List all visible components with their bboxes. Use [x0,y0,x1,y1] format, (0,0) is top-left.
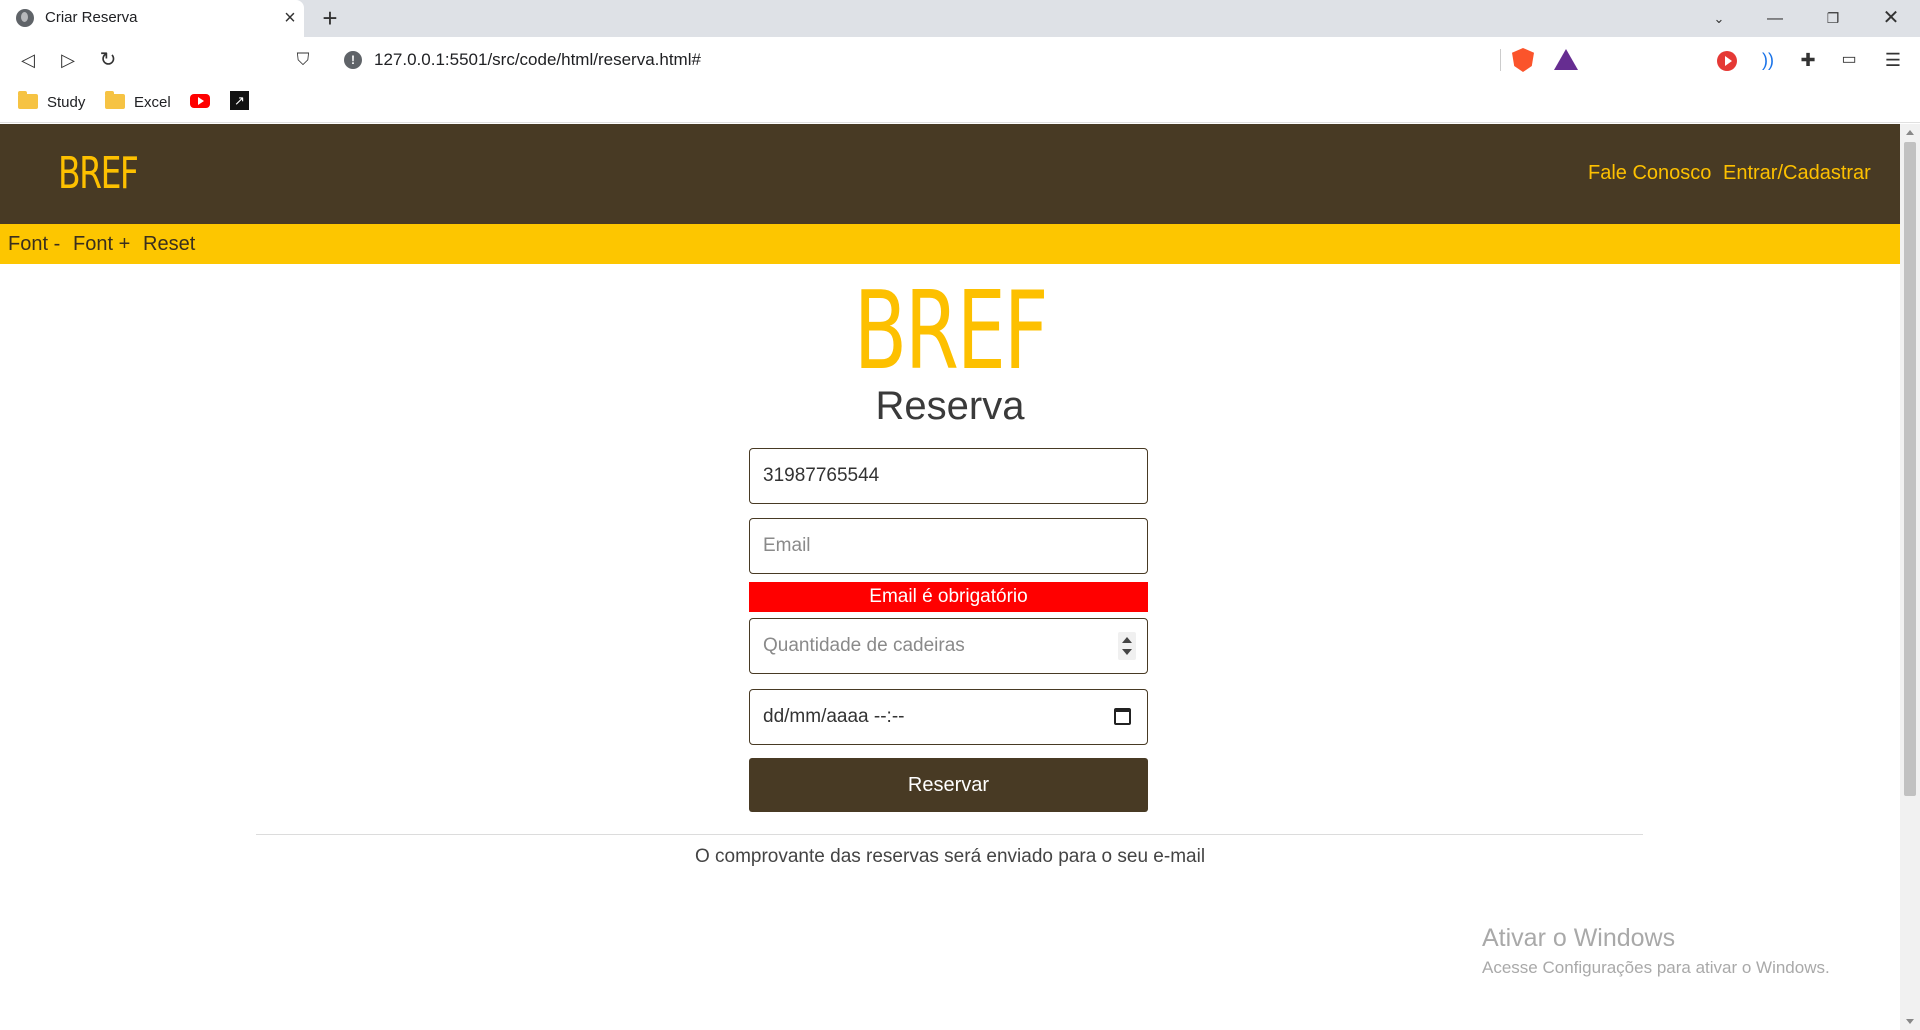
reservar-button[interactable]: Reservar [749,758,1148,812]
bookmark-icon[interactable]: ⛉ [288,45,318,75]
globe-icon [16,9,34,27]
scroll-thumb[interactable] [1904,142,1916,796]
nav-entrar-cadastrar[interactable]: Entrar/Cadastrar [1723,162,1871,185]
calendar-icon[interactable] [1114,708,1131,725]
omnibox-divider [1500,49,1501,71]
chairs-quantity-field[interactable]: Quantidade de cadeiras [749,618,1148,674]
address-bar[interactable]: ! 127.0.0.1:5501/src/code/html/reserva.h… [332,42,1588,78]
email-field[interactable]: Email [749,518,1148,574]
tab-strip: Criar Reserva × + ⌄ — ❐ ✕ [0,0,1920,37]
close-window-icon[interactable]: ✕ [1868,0,1914,37]
audio-extension-icon[interactable]: )) [1753,45,1783,75]
windows-activation-title: Ativar o Windows [1482,924,1676,952]
page-viewport: BREF Fale Conosco Entrar/Cadastrar Font … [0,124,1900,1030]
spinner-up-icon[interactable] [1122,637,1132,643]
url-text: 127.0.0.1:5501/src/code/html/reserva.htm… [374,50,701,69]
menu-icon[interactable]: ☰ [1878,45,1908,75]
windows-activation-subtitle: Acesse Configurações para ativar o Windo… [1482,958,1830,977]
scroll-down-icon[interactable] [1906,1019,1914,1024]
site-info-icon[interactable]: ! [344,51,362,69]
folder-icon [105,91,125,109]
folder-icon [18,91,38,109]
divider [256,834,1643,835]
site-logo[interactable]: BREF [58,148,139,199]
phone-field[interactable]: 31987765544 [749,448,1148,504]
bookmark-label: Excel [134,94,171,111]
minimize-icon[interactable]: — [1752,0,1798,37]
tab-search-icon[interactable]: ⌄ [1696,0,1742,37]
new-tab-icon[interactable]: + [318,3,342,33]
datetime-placeholder: dd/mm/aaaa --:-- [763,706,905,727]
nav-fale-conosco[interactable]: Fale Conosco [1588,162,1711,185]
bookmark-label: Study [47,94,86,111]
datetime-field[interactable]: dd/mm/aaaa --:-- [749,689,1148,745]
brave-shields-icon[interactable] [1512,48,1534,72]
page-title: Reserva [875,384,1025,428]
font-increase-button[interactable]: Font + [73,233,130,256]
font-reset-button[interactable]: Reset [143,233,195,256]
accessibility-bar: Font - Font + Reset [0,224,1900,264]
page-scrollbar[interactable] [1900,124,1920,1030]
bookmark-arrow-icon[interactable]: ↗ [230,91,249,110]
bookmark-study[interactable]: Study [18,91,86,114]
close-tab-icon[interactable]: × [280,6,300,30]
bookmark-excel[interactable]: Excel [105,91,171,114]
number-spinner[interactable] [1118,632,1136,660]
bookmarks-bar: Study Excel [0,83,1920,123]
email-error-message: Email é obrigatório [749,582,1148,612]
tab-title: Criar Reserva [45,9,138,26]
youtube-bookmark-icon[interactable] [190,94,210,108]
browser-window: Criar Reserva × + ⌄ — ❐ ✕ ◁ ▷ ↻ ⛉ ! 127.… [0,0,1920,1030]
email-placeholder: Email [763,535,811,556]
brave-rewards-icon[interactable] [1554,49,1578,70]
chairs-placeholder: Quantidade de cadeiras [763,635,965,656]
form-logo: BREF [853,269,1049,394]
phone-value: 31987765544 [763,465,880,486]
browser-toolbar: ◁ ▷ ↻ ⛉ ! 127.0.0.1:5501/src/code/html/r… [0,37,1920,83]
back-icon[interactable]: ◁ [13,45,43,75]
spinner-down-icon[interactable] [1122,649,1132,655]
receipt-note: O comprovante das reservas será enviado … [694,846,1206,867]
restore-icon[interactable]: ❐ [1810,0,1856,37]
font-decrease-button[interactable]: Font - [8,233,60,256]
reload-icon[interactable]: ↻ [93,45,123,75]
tab-criar-reserva[interactable]: Criar Reserva × [0,0,304,37]
wallet-icon[interactable]: ▭ [1834,45,1864,75]
youtube-extension-icon[interactable] [1717,51,1737,71]
site-header: BREF Fale Conosco Entrar/Cadastrar [0,124,1900,224]
forward-icon[interactable]: ▷ [53,45,83,75]
scroll-up-icon[interactable] [1906,130,1914,135]
extensions-puzzle-icon[interactable]: ✚ [1793,45,1823,75]
